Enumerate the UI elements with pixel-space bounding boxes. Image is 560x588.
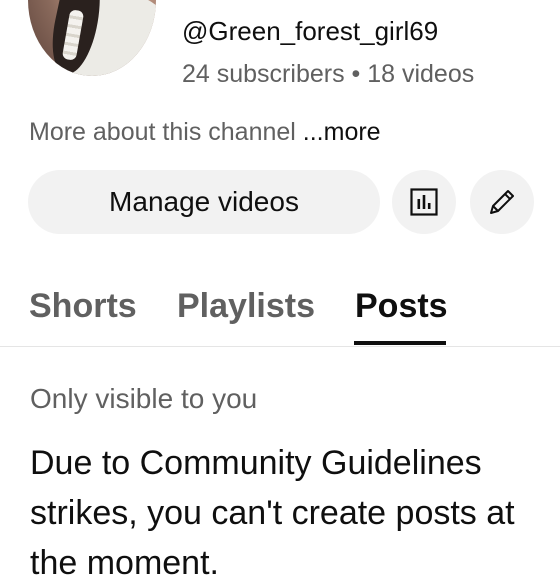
manage-videos-button[interactable]: Manage videos bbox=[28, 170, 380, 234]
edit-channel-button[interactable] bbox=[470, 170, 534, 234]
visibility-note: Only visible to you bbox=[30, 383, 258, 414]
channel-handle: @Green_forest_girl69 bbox=[182, 16, 439, 46]
tab-playlists[interactable]: Playlists bbox=[177, 284, 315, 328]
tab-posts[interactable]: Posts bbox=[355, 284, 448, 328]
analytics-icon bbox=[410, 188, 438, 216]
channel-tabs: Shorts Playlists Posts bbox=[0, 270, 560, 347]
channel-stats: 24 subscribers • 18 videos bbox=[182, 60, 475, 88]
analytics-button[interactable] bbox=[392, 170, 456, 234]
about-text: More about this channel bbox=[29, 118, 303, 146]
posting-restriction-notice: Due to Community Guidelines strikes, you… bbox=[30, 444, 515, 582]
channel-about-link[interactable]: More about this channel ...more bbox=[29, 116, 381, 148]
active-tab-indicator bbox=[354, 341, 446, 345]
about-more-link[interactable]: ...more bbox=[303, 118, 381, 146]
tab-shorts[interactable]: Shorts bbox=[29, 284, 137, 328]
channel-avatar[interactable] bbox=[28, 0, 156, 76]
pencil-icon bbox=[490, 190, 514, 214]
